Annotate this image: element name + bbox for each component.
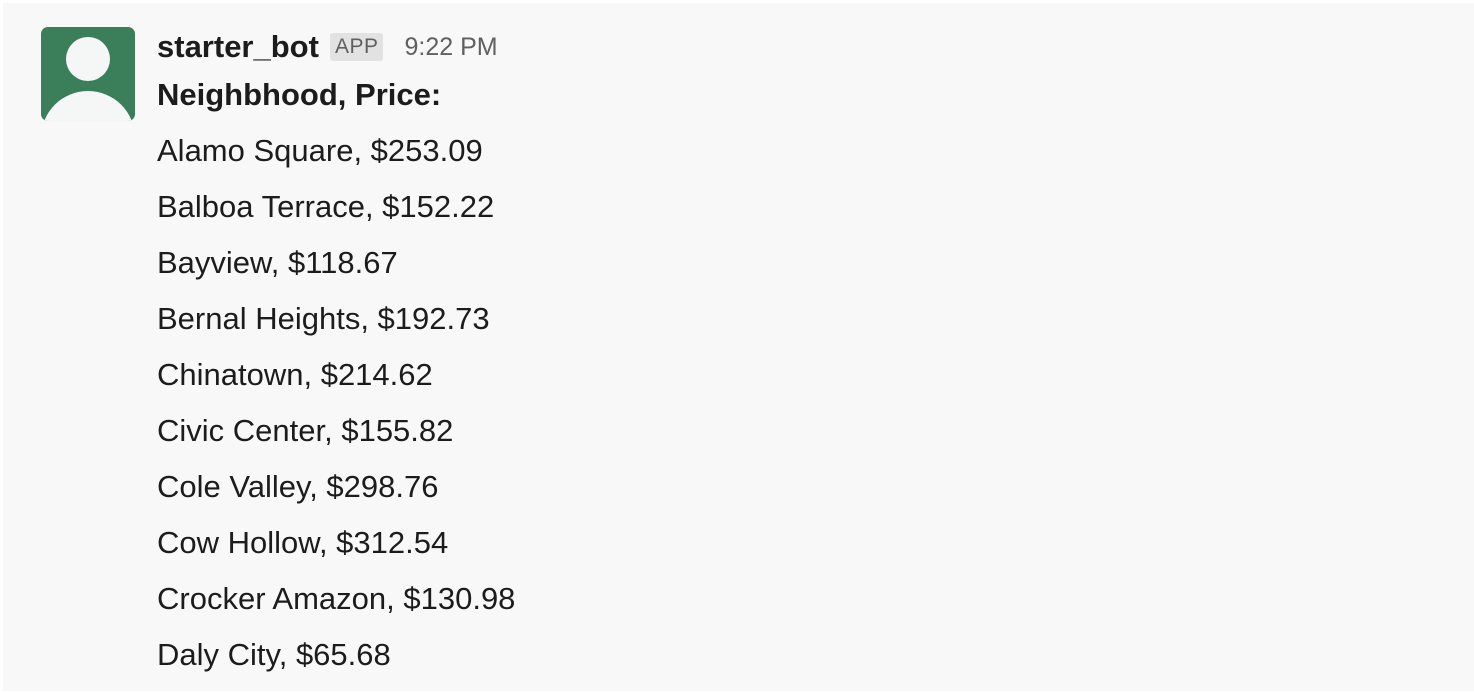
message-body: Neighbhood, Price: Alamo Square, $253.09… — [157, 67, 1437, 683]
list-item: Balboa Terrace, $152.22 — [157, 189, 495, 224]
list-item: Daly City, $65.68 — [157, 637, 391, 672]
list-item: Chinatown, $214.62 — [157, 357, 433, 392]
message-header: starter_bot APP 9:22 PM — [157, 27, 1437, 67]
list-item: Cole Valley, $298.76 — [157, 469, 439, 504]
list-item: Civic Center, $155.82 — [157, 413, 454, 448]
sender-name[interactable]: starter_bot — [157, 27, 319, 67]
list-item: Crocker Amazon, $130.98 — [157, 581, 516, 616]
list-item: Alamo Square, $253.09 — [157, 133, 483, 168]
message-timestamp[interactable]: 9:22 PM — [404, 27, 497, 67]
user-silhouette-icon — [66, 37, 110, 81]
message-item: starter_bot APP 9:22 PM Neighbhood, Pric… — [0, 0, 1474, 694]
list-item: Cow Hollow, $312.54 — [157, 525, 449, 560]
list-item: Bernal Heights, $192.73 — [157, 301, 490, 336]
user-silhouette-body — [41, 91, 135, 121]
message-content: starter_bot APP 9:22 PM Neighbhood, Pric… — [157, 27, 1437, 683]
bot-avatar[interactable] — [41, 27, 135, 121]
message-heading: Neighbhood, Price: — [157, 77, 442, 112]
list-item: Bayview, $118.67 — [157, 245, 398, 280]
app-badge: APP — [329, 33, 384, 61]
